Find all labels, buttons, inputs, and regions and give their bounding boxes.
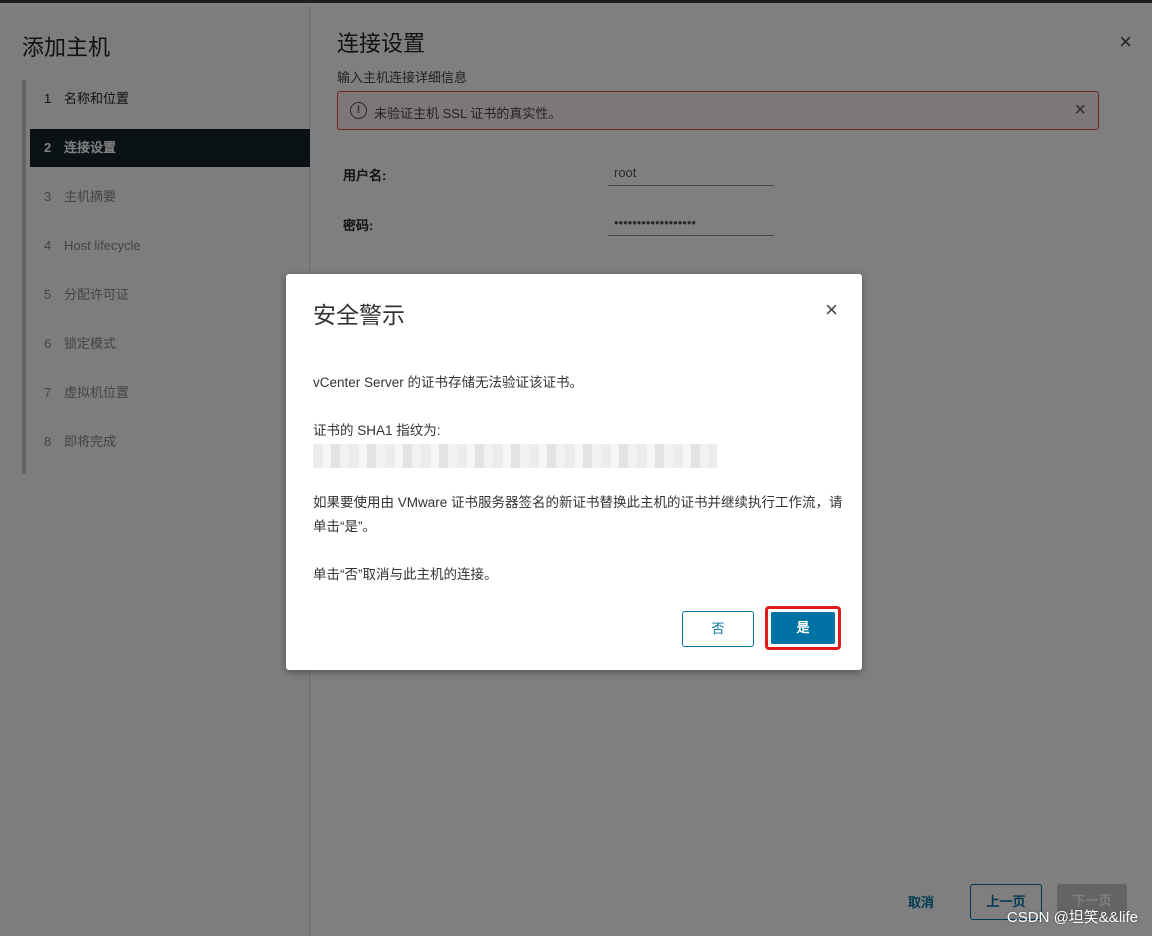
dialog-line-store: vCenter Server 的证书存储无法验证该证书。 [313,375,584,390]
sha1-fingerprint-redacted [313,444,717,468]
yes-button[interactable]: 是 [771,612,835,644]
watermark: CSDN @坦笑&&life [1006,909,1138,926]
dialog-title: 安全警示 [313,302,405,328]
dialog-line-sha1: 证书的 SHA1 指纹为: [313,423,441,438]
yes-button-highlight: 是 [765,606,841,650]
dialog-close-icon[interactable]: × [825,299,838,321]
dialog-line-replace: 如果要使用由 VMware 证书服务器签名的新证书替换此主机的证书并继续执行工作… [313,495,843,534]
no-button[interactable]: 否 [682,611,754,647]
security-alert-dialog: 安全警示 × vCenter Server 的证书存储无法验证该证书。 证书的 … [286,274,862,670]
dialog-line-cancel: 单击“否”取消与此主机的连接。 [313,567,498,582]
